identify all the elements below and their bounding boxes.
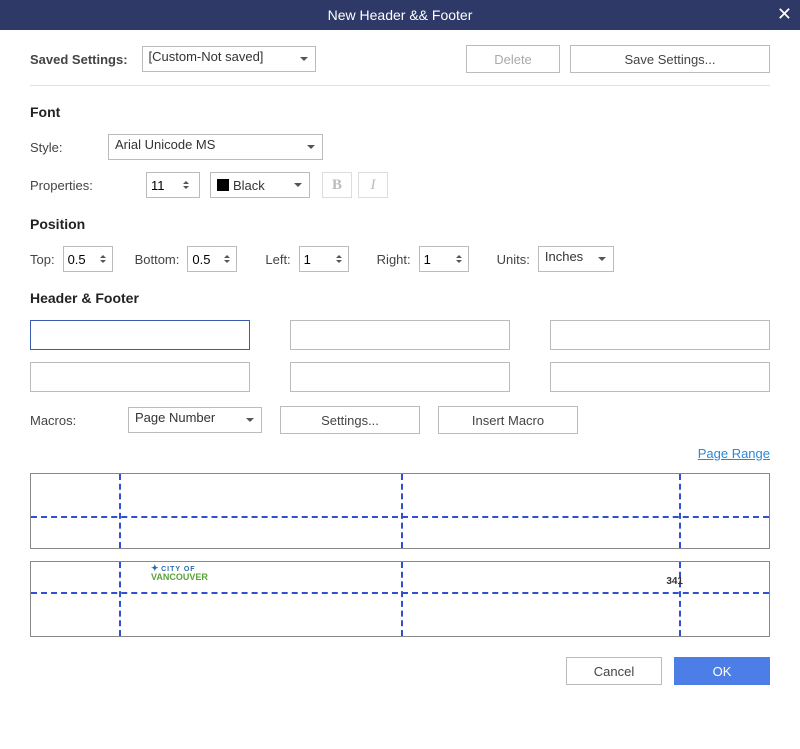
footer-center-input[interactable] bbox=[290, 362, 510, 392]
footer-right-input[interactable] bbox=[550, 362, 770, 392]
chevron-down-icon[interactable] bbox=[456, 260, 462, 266]
font-style-select[interactable]: Arial Unicode MS bbox=[108, 134, 323, 160]
font-section-title: Font bbox=[30, 104, 770, 120]
save-settings-button[interactable]: Save Settings... bbox=[570, 45, 770, 73]
chevron-down-icon[interactable] bbox=[336, 260, 342, 266]
macros-select[interactable]: Page Number bbox=[128, 407, 262, 433]
footer-left-input[interactable] bbox=[30, 362, 250, 392]
settings-button[interactable]: Settings... bbox=[280, 406, 420, 434]
color-swatch-icon bbox=[217, 179, 229, 191]
chevron-up-icon[interactable] bbox=[183, 178, 189, 184]
close-icon[interactable]: ✕ bbox=[777, 4, 792, 25]
cancel-button[interactable]: Cancel bbox=[566, 657, 662, 685]
footer-preview: ✦ CITY OF VANCOUVER 341 bbox=[30, 561, 770, 637]
chevron-up-icon[interactable] bbox=[224, 252, 230, 258]
position-section-title: Position bbox=[30, 216, 770, 232]
page-range-link[interactable]: Page Range bbox=[698, 446, 770, 461]
bold-button[interactable]: B bbox=[322, 172, 352, 198]
chevron-down-icon[interactable] bbox=[224, 260, 230, 266]
macros-label: Macros: bbox=[30, 413, 120, 428]
top-input[interactable] bbox=[64, 250, 96, 269]
top-label: Top: bbox=[30, 252, 55, 267]
right-stepper[interactable] bbox=[419, 246, 469, 272]
chevron-up-icon[interactable] bbox=[456, 252, 462, 258]
units-select[interactable]: Inches bbox=[538, 246, 614, 272]
left-stepper[interactable] bbox=[299, 246, 349, 272]
font-color-select[interactable]: Black bbox=[210, 172, 310, 198]
right-input[interactable] bbox=[420, 250, 452, 269]
properties-label: Properties: bbox=[30, 178, 138, 193]
chevron-up-icon[interactable] bbox=[100, 252, 106, 258]
font-size-input[interactable] bbox=[147, 176, 179, 195]
dialog-title: New Header && Footer bbox=[328, 7, 473, 23]
insert-macro-button[interactable]: Insert Macro bbox=[438, 406, 578, 434]
saved-settings-select[interactable]: [Custom-Not saved] bbox=[142, 46, 316, 72]
left-label: Left: bbox=[265, 252, 290, 267]
bottom-label: Bottom: bbox=[135, 252, 180, 267]
units-label: Units: bbox=[497, 252, 530, 267]
titlebar: New Header && Footer ✕ bbox=[0, 0, 800, 30]
chevron-down-icon[interactable] bbox=[100, 260, 106, 266]
ok-button[interactable]: OK bbox=[674, 657, 770, 685]
bottom-stepper[interactable] bbox=[187, 246, 237, 272]
saved-settings-label: Saved Settings: bbox=[30, 52, 128, 67]
left-input[interactable] bbox=[300, 250, 332, 269]
top-stepper[interactable] bbox=[63, 246, 113, 272]
chevron-down-icon[interactable] bbox=[183, 186, 189, 192]
header-center-input[interactable] bbox=[290, 320, 510, 350]
delete-button[interactable]: Delete bbox=[466, 45, 560, 73]
style-label: Style: bbox=[30, 140, 100, 155]
preview-logo: ✦ CITY OF VANCOUVER bbox=[151, 564, 208, 582]
header-right-input[interactable] bbox=[550, 320, 770, 350]
bottom-input[interactable] bbox=[188, 250, 220, 269]
italic-button[interactable]: I bbox=[358, 172, 388, 198]
preview-page-number: 341 bbox=[666, 576, 683, 587]
font-size-stepper[interactable] bbox=[146, 172, 200, 198]
right-label: Right: bbox=[377, 252, 411, 267]
chevron-up-icon[interactable] bbox=[336, 252, 342, 258]
divider bbox=[30, 85, 770, 86]
hf-section-title: Header & Footer bbox=[30, 290, 770, 306]
font-color-value: Black bbox=[233, 178, 265, 193]
header-left-input[interactable] bbox=[30, 320, 250, 350]
header-preview bbox=[30, 473, 770, 549]
